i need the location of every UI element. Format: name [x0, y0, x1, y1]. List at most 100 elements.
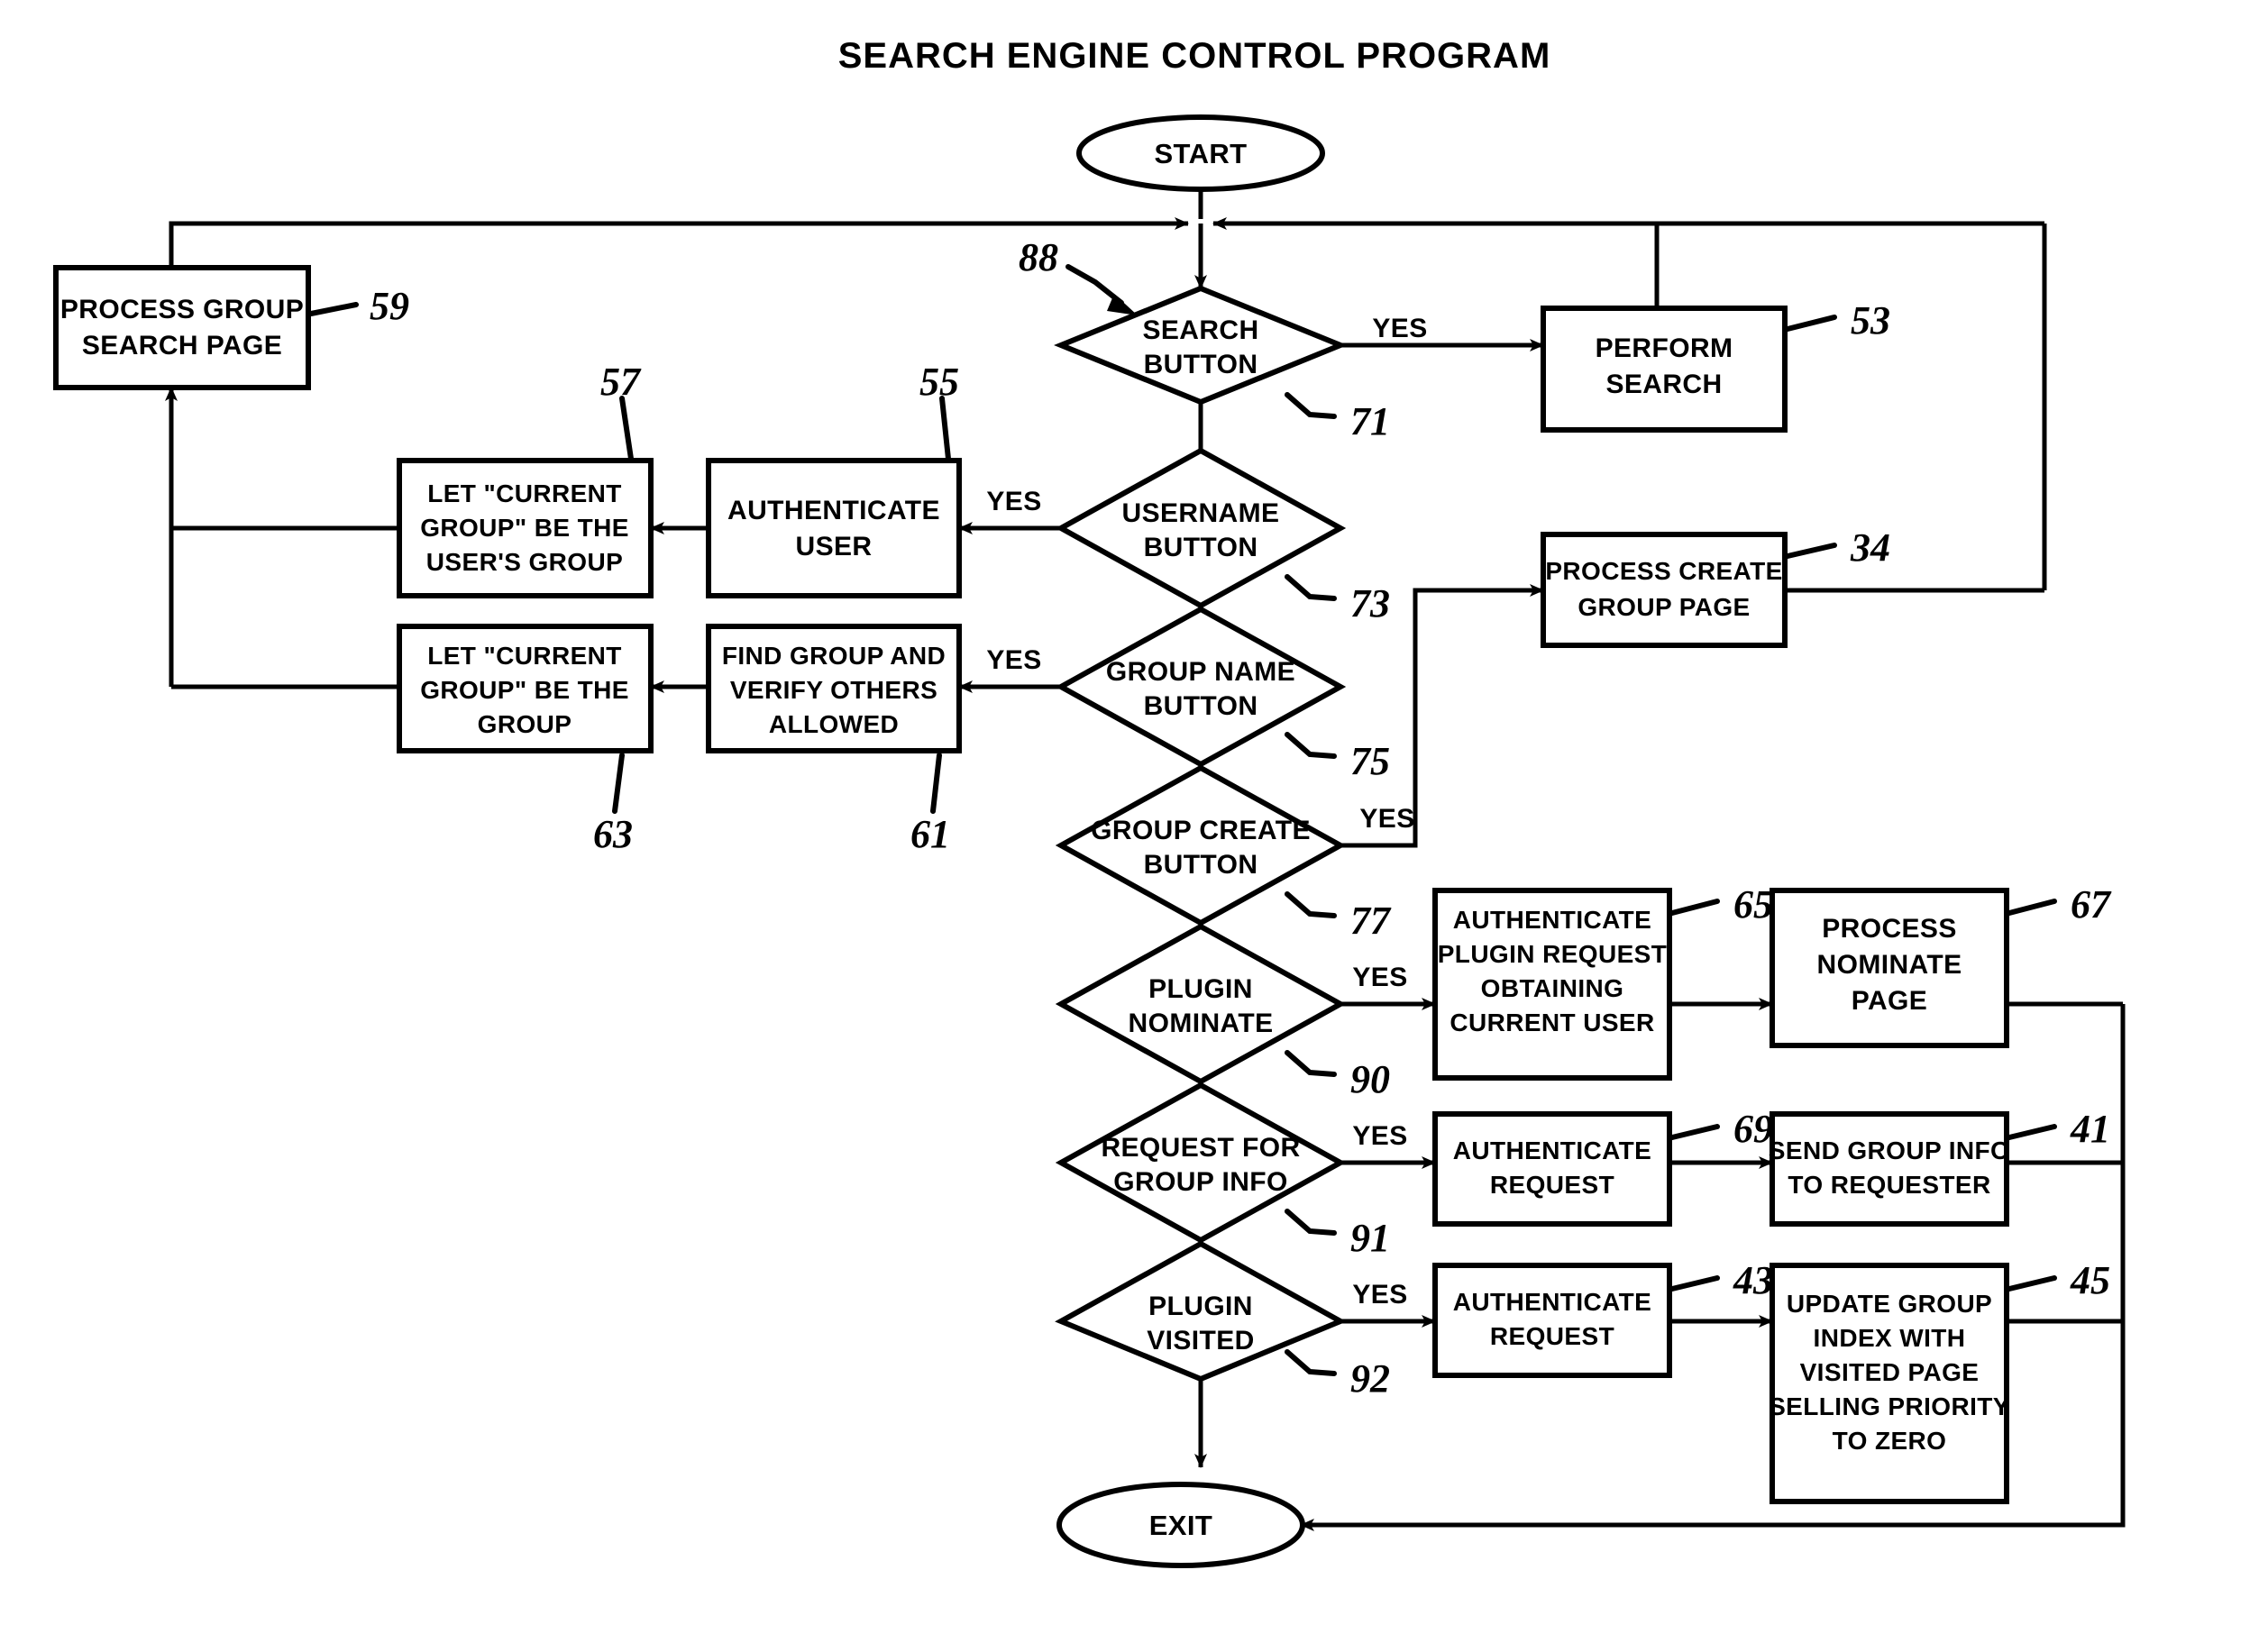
- process-update-group-index: UPDATE GROUP INDEX WITH VISITED PAGE SEL…: [1769, 1263, 2010, 1504]
- decision-group-name-button-line1: GROUP NAME: [1106, 657, 1295, 687]
- process-45-line1: UPDATE GROUP: [1787, 1290, 1992, 1318]
- process-authenticate-request-43: AUTHENTICATE REQUEST: [1432, 1263, 1672, 1378]
- decision-request-group-info-line1: REQUEST FOR: [1101, 1133, 1300, 1163]
- process-61-line1: FIND GROUP AND: [722, 642, 946, 670]
- ref-92: 92: [1350, 1356, 1390, 1401]
- process-65-line1: AUTHENTICATE: [1453, 906, 1652, 934]
- process-69-line2: REQUEST: [1490, 1171, 1614, 1199]
- decision-plugin-nominate-line1: PLUGIN: [1148, 974, 1253, 1004]
- decision-username-button-line1: USERNAME: [1122, 498, 1280, 528]
- ref-65: 65: [1733, 882, 1773, 927]
- decision-group-name-button-line2: BUTTON: [1144, 691, 1258, 721]
- decision-plugin-nominate: PLUGIN NOMINATE: [1055, 923, 1347, 1085]
- decision-request-group-info-line2: GROUP INFO: [1113, 1167, 1287, 1197]
- flowchart-svg: START EXIT SEARCH BUTTON USERNAME BUTTON…: [53, 36, 2126, 1568]
- process-nominate-page: PROCESS NOMINATE PAGE: [1770, 888, 2009, 1048]
- ref-63: 63: [593, 812, 633, 856]
- ref-57: 57: [600, 360, 642, 404]
- ref-75: 75: [1350, 739, 1390, 783]
- process-69-line1: AUTHENTICATE: [1453, 1136, 1652, 1164]
- decision-username-button: USERNAME BUTTON: [1055, 447, 1347, 609]
- ref-59: 59: [370, 284, 409, 328]
- process-43-line1: AUTHENTICATE: [1453, 1288, 1652, 1316]
- process-65-line2: PLUGIN REQUEST: [1438, 940, 1668, 968]
- ref-61: 61: [910, 812, 950, 856]
- process-63-line3: GROUP: [478, 710, 572, 738]
- process-send-group-info: SEND GROUP INFO TO REQUESTER: [1769, 1111, 2010, 1227]
- process-57-line2: GROUP" BE THE: [420, 514, 629, 542]
- yes-label-90: YES: [1352, 963, 1407, 992]
- process-41-line1: SEND GROUP INFO: [1769, 1136, 2010, 1164]
- process-authenticate-request-69: AUTHENTICATE REQUEST: [1432, 1111, 1672, 1227]
- decision-search-button-line1: SEARCH: [1142, 315, 1258, 345]
- figure-title: SEARCH ENGINE CONTROL PROGRAM: [838, 36, 1551, 76]
- yes-label-91: YES: [1352, 1121, 1407, 1151]
- ref-77: 77: [1350, 899, 1392, 943]
- ref-34: 34: [1850, 525, 1890, 570]
- process-group-search-page: PROCESS GROUP SEARCH PAGE: [53, 265, 311, 390]
- process-45-line2: INDEX WITH: [1814, 1324, 1966, 1352]
- process-45-line4: SELLING PRIORITY: [1769, 1392, 2010, 1420]
- process-65-line3: OBTAINING: [1481, 974, 1624, 1002]
- process-group-search-page-line2: SEARCH PAGE: [82, 331, 282, 361]
- ref-88: 88: [1019, 235, 1058, 279]
- process-65-line4: CURRENT USER: [1450, 1009, 1654, 1036]
- process-55-line2: USER: [796, 532, 873, 561]
- process-34-line2: GROUP PAGE: [1578, 593, 1750, 621]
- process-34-line1: PROCESS CREATE: [1545, 557, 1782, 585]
- process-45-line5: TO ZERO: [1833, 1427, 1947, 1455]
- yes-label-73: YES: [986, 487, 1041, 516]
- process-67-line1: PROCESS: [1822, 914, 1957, 944]
- terminal-exit: EXIT: [1056, 1482, 1305, 1568]
- process-perform-search: PERFORM SEARCH: [1541, 306, 1788, 433]
- process-67-line3: PAGE: [1852, 986, 1927, 1016]
- process-63-line2: GROUP" BE THE: [420, 676, 629, 704]
- process-67-line2: NOMINATE: [1817, 950, 1962, 980]
- yes-label-71: YES: [1372, 314, 1427, 343]
- ref-67: 67: [2071, 882, 2112, 927]
- ref-69: 69: [1733, 1107, 1773, 1151]
- yes-label-75: YES: [986, 645, 1041, 675]
- ref-43: 43: [1733, 1258, 1773, 1302]
- process-53-line1: PERFORM: [1596, 333, 1733, 363]
- ref-45: 45: [2070, 1258, 2110, 1302]
- terminal-exit-label: EXIT: [1149, 1510, 1213, 1541]
- process-41-line2: TO REQUESTER: [1788, 1171, 1990, 1199]
- process-find-group-verify: FIND GROUP AND VERIFY OTHERS ALLOWED: [706, 624, 962, 753]
- decision-plugin-nominate-line2: NOMINATE: [1129, 1009, 1274, 1038]
- decision-group-create-button-line1: GROUP CREATE: [1091, 816, 1311, 845]
- ref-73: 73: [1350, 581, 1390, 625]
- process-63-line1: LET "CURRENT: [427, 642, 622, 670]
- ref-71: 71: [1350, 399, 1390, 443]
- decision-username-button-line2: BUTTON: [1144, 533, 1258, 562]
- process-group-search-page-line1: PROCESS GROUP: [60, 295, 304, 324]
- figure-canvas: START EXIT SEARCH BUTTON USERNAME BUTTON…: [0, 0, 2268, 1634]
- decision-request-group-info: REQUEST FOR GROUP INFO: [1055, 1082, 1347, 1244]
- process-let-current-group-users: LET "CURRENT GROUP" BE THE USER'S GROUP: [397, 458, 654, 598]
- terminal-start: START: [1076, 114, 1325, 192]
- ref-55: 55: [919, 360, 959, 404]
- decision-search-button-line2: BUTTON: [1144, 350, 1258, 379]
- process-let-current-group: LET "CURRENT GROUP" BE THE GROUP: [397, 624, 654, 753]
- process-53-line2: SEARCH: [1605, 370, 1722, 399]
- process-57-line1: LET "CURRENT: [427, 479, 622, 507]
- ref-90: 90: [1350, 1057, 1390, 1101]
- yes-label-92: YES: [1352, 1280, 1407, 1310]
- ref-91: 91: [1350, 1216, 1390, 1260]
- process-45-line3: VISITED PAGE: [1800, 1358, 1980, 1386]
- process-create-group-page: PROCESS CREATE GROUP PAGE: [1541, 532, 1788, 648]
- process-authenticate-user: AUTHENTICATE USER: [706, 458, 962, 598]
- decision-group-create-button: GROUP CREATE BUTTON: [1055, 764, 1347, 927]
- yes-label-77: YES: [1359, 804, 1414, 834]
- process-61-line3: ALLOWED: [769, 710, 899, 738]
- process-55-line1: AUTHENTICATE: [727, 496, 940, 525]
- process-57-line3: USER'S GROUP: [426, 548, 623, 576]
- process-authenticate-plugin-request: AUTHENTICATE PLUGIN REQUEST OBTAINING CU…: [1432, 888, 1672, 1081]
- decision-search-button: SEARCH BUTTON: [1054, 285, 1348, 406]
- ref-53: 53: [1851, 298, 1890, 342]
- process-61-line2: VERIFY OTHERS: [730, 676, 937, 704]
- decision-plugin-visited-line1: PLUGIN: [1148, 1292, 1253, 1321]
- decision-group-create-button-line2: BUTTON: [1144, 850, 1258, 880]
- decision-plugin-visited-line2: VISITED: [1147, 1326, 1255, 1356]
- process-43-line2: REQUEST: [1490, 1322, 1614, 1350]
